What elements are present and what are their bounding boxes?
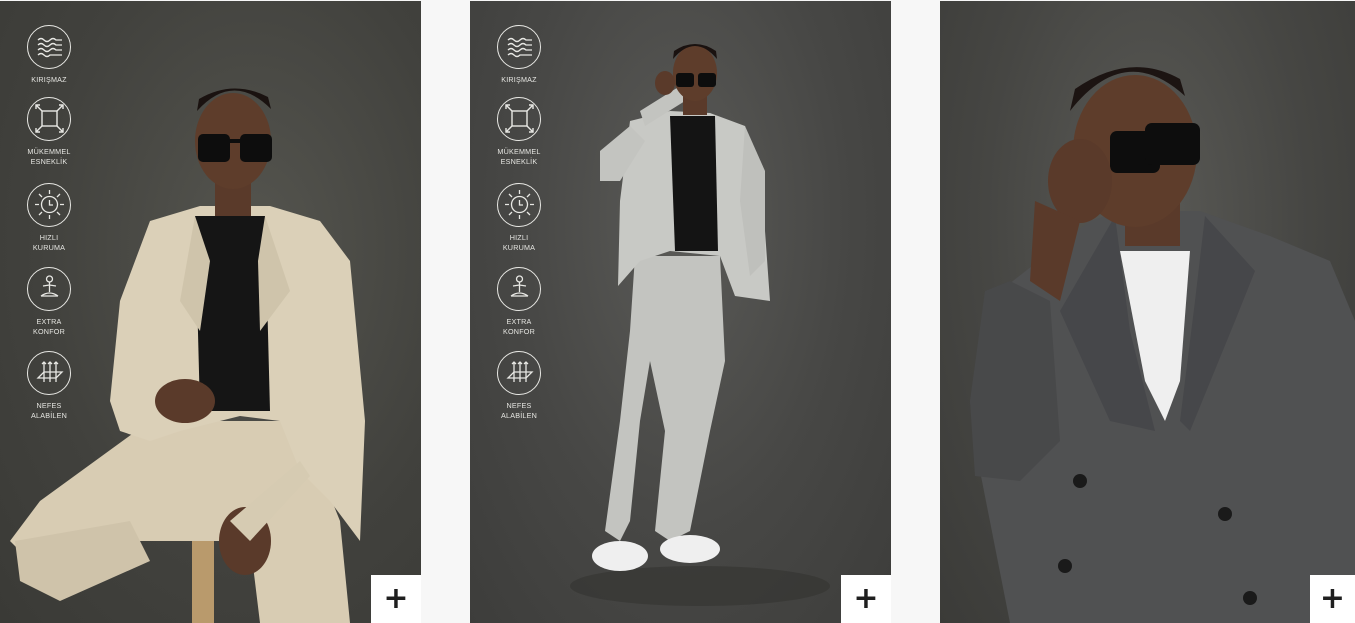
product-card-1[interactable]: KIRIŞMAZ MÜKEMMEL ESNEKLİK HIZLI KURUMA … <box>0 1 421 623</box>
add-to-cart-button[interactable]: + <box>371 575 421 623</box>
feature-quick-dry: HIZLI KURUMA <box>22 183 76 267</box>
product-card-3[interactable]: + <box>940 1 1355 623</box>
feature-label: KIRIŞMAZ <box>31 75 67 84</box>
breathable-icon <box>497 351 541 395</box>
feature-comfort: EXTRA KONFOR <box>22 267 76 351</box>
feature-stretch: MÜKEMMEL ESNEKLİK <box>492 97 546 183</box>
feature-label: HIZLI KURUMA <box>32 233 66 252</box>
feature-wrinkle-free: KIRIŞMAZ <box>22 25 76 97</box>
feature-label: EXTRA KONFOR <box>33 317 65 336</box>
feature-label: MÜKEMMEL ESNEKLİK <box>497 147 541 166</box>
feature-list: KIRIŞMAZ MÜKEMMEL ESNEKLİK HIZLI KURUMA … <box>22 25 76 435</box>
stretch-icon <box>497 97 541 141</box>
comfort-icon <box>497 267 541 311</box>
feature-stretch: MÜKEMMEL ESNEKLİK <box>22 97 76 183</box>
comfort-icon <box>27 267 71 311</box>
add-to-cart-button[interactable]: + <box>841 575 891 623</box>
feature-breathable: NEFES ALABİLEN <box>22 351 76 435</box>
feature-breathable: NEFES ALABİLEN <box>492 351 546 435</box>
feature-label: MÜKEMMEL ESNEKLİK <box>27 147 71 166</box>
stretch-icon <box>27 97 71 141</box>
feature-label: HIZLI KURUMA <box>502 233 536 252</box>
product-card-2[interactable]: KIRIŞMAZ MÜKEMMEL ESNEKLİK HIZLI KURUMA … <box>470 1 891 623</box>
wrinkle-free-icon <box>27 25 71 69</box>
feature-label: NEFES ALABİLEN <box>501 401 537 420</box>
feature-label: NEFES ALABİLEN <box>31 401 67 420</box>
feature-label: EXTRA KONFOR <box>503 317 535 336</box>
wrinkle-free-icon <box>497 25 541 69</box>
feature-quick-dry: HIZLI KURUMA <box>492 183 546 267</box>
feature-wrinkle-free: KIRIŞMAZ <box>492 25 546 97</box>
quick-dry-icon <box>27 183 71 227</box>
feature-list: KIRIŞMAZ MÜKEMMEL ESNEKLİK HIZLI KURUMA … <box>492 25 546 435</box>
add-to-cart-button[interactable]: + <box>1310 575 1355 623</box>
breathable-icon <box>27 351 71 395</box>
product-photo-charcoal-suit[interactable] <box>940 1 1355 623</box>
quick-dry-icon <box>497 183 541 227</box>
feature-label: KIRIŞMAZ <box>501 75 537 84</box>
feature-comfort: EXTRA KONFOR <box>492 267 546 351</box>
